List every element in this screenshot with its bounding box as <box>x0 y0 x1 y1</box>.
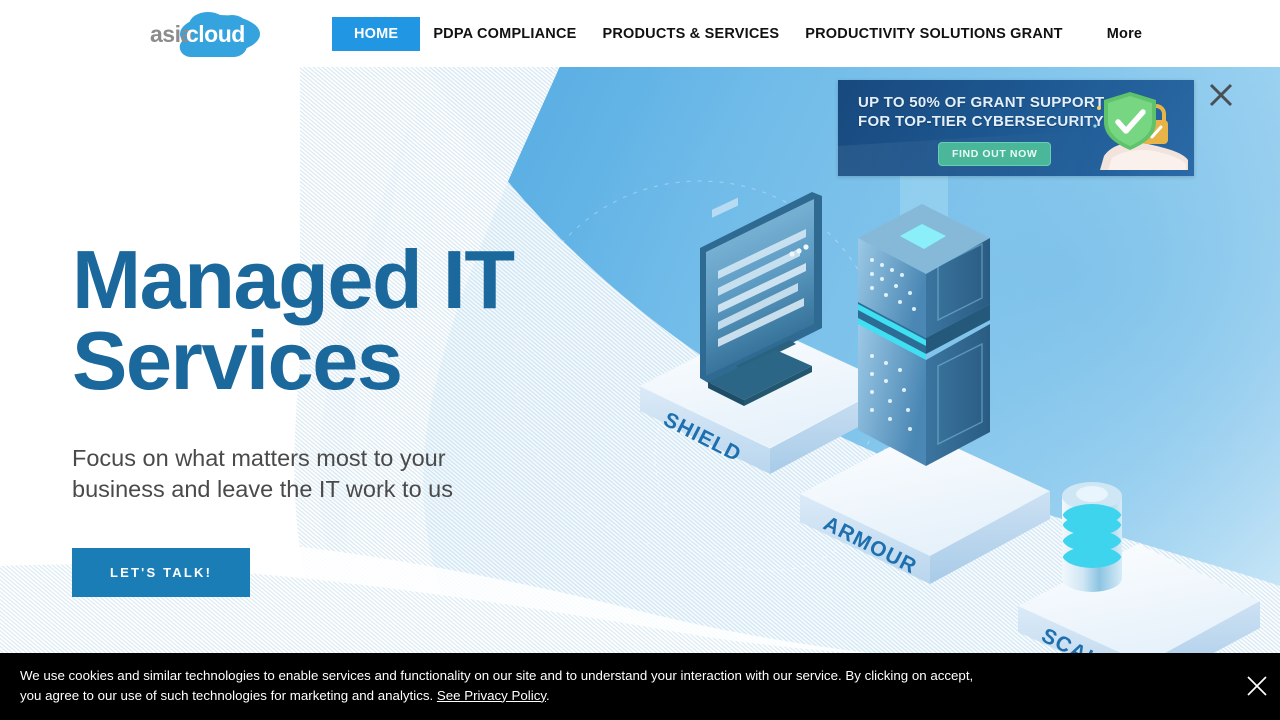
ad-close-icon[interactable] <box>1206 80 1236 110</box>
cookie-banner-text: We use cookies and similar technologies … <box>20 666 995 705</box>
lets-talk-button[interactable]: LET'S TALK! <box>72 547 251 597</box>
pedestal-armour: ARMOUR <box>800 126 1050 584</box>
pedestal-shield: SHIELD <box>638 192 892 474</box>
nav-item-pdpa-compliance[interactable]: PDPA COMPLIANCE <box>420 17 589 51</box>
hero-content: Managed IT Services Focus on what matter… <box>72 238 632 597</box>
svg-text:cloud: cloud <box>186 21 245 47</box>
asiacloud-logo-icon: asia cloud <box>150 12 260 57</box>
cookie-text-tail: . <box>546 687 550 703</box>
page-title: Managed IT Services <box>72 238 632 402</box>
cookie-consent-banner: We use cookies and similar technologies … <box>0 653 1280 720</box>
database-stack-icon <box>1062 482 1122 592</box>
hero-title-line-1: Managed IT <box>72 233 515 326</box>
ad-headline-line-2: FOR TOP-TIER CYBERSECURITY <box>858 113 1104 130</box>
ad-find-out-now-button[interactable]: FIND OUT NOW <box>938 142 1052 166</box>
cookie-close-icon[interactable] <box>1245 674 1269 698</box>
nav-item-home[interactable]: HOME <box>332 16 421 51</box>
site-logo[interactable]: asia cloud <box>148 10 266 58</box>
desktop-monitor-icon <box>700 192 822 406</box>
hero-title-line-2: Services <box>72 313 403 407</box>
nav-item-more[interactable]: More <box>1094 17 1155 51</box>
pedestal-scale: SCALE <box>1018 482 1260 654</box>
site-header: asia cloud HOME PDPA COMPLIANCE PRODUCTS… <box>0 0 1280 67</box>
ad-headline-line-1: UP TO 50% OF GRANT SUPPORT <box>858 94 1105 111</box>
main-navigation: HOME PDPA COMPLIANCE PRODUCTS & SERVICES… <box>332 0 1155 67</box>
nav-item-productivity-solutions-grant[interactable]: PRODUCTIVITY SOLUTIONS GRANT <box>792 17 1075 51</box>
shield-check-padlock-icon <box>1093 92 1188 170</box>
nav-item-products-and-services[interactable]: PRODUCTS & SERVICES <box>589 17 792 51</box>
server-rack-icon <box>858 126 990 466</box>
privacy-policy-link[interactable]: See Privacy Policy <box>437 688 546 703</box>
promo-ad-banner[interactable]: UP TO 50% OF GRANT SUPPORT FOR TOP-TIER … <box>838 80 1194 176</box>
hero-subtitle: Focus on what matters most to your busin… <box>72 445 454 503</box>
